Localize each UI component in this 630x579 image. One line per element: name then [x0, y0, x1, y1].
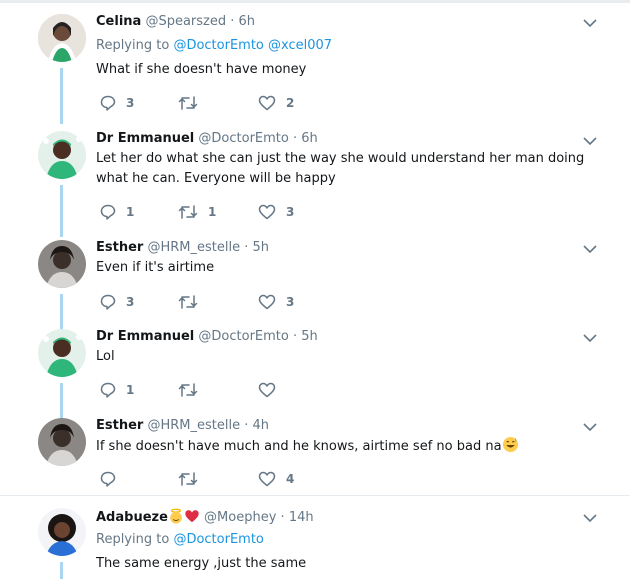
reply-button[interactable]: 1 [100, 380, 134, 400]
avatar[interactable] [38, 418, 86, 466]
separator-dot: · [280, 510, 285, 525]
mention-link[interactable]: @DoctorEmto [173, 532, 263, 547]
chevron-down-icon[interactable] [582, 512, 598, 524]
heart-emoji [185, 510, 199, 523]
like-button[interactable]: 3 [258, 202, 294, 222]
reply-button[interactable]: 1 [100, 202, 134, 222]
thread-line [60, 383, 63, 419]
tweet-text: If she doesn't have much and he knows, a… [96, 436, 596, 457]
reply-count: 1 [126, 205, 135, 219]
angel-emoji [170, 508, 182, 524]
tweet-text: Let her do what she can just the way she… [96, 151, 585, 186]
retweet-icon [178, 96, 198, 110]
author-name[interactable]: Dr Emmanuel [96, 131, 194, 146]
thread-line [60, 294, 63, 332]
avatar[interactable] [38, 329, 86, 377]
like-icon [258, 294, 276, 310]
author-handle[interactable]: @HRM_estelle [147, 418, 240, 433]
tweet-text: Even if it's airtime [96, 260, 215, 275]
timestamp[interactable]: 5h [301, 329, 318, 344]
timestamp[interactable]: 6h [301, 131, 318, 146]
reply-icon [100, 471, 116, 487]
avatar[interactable] [38, 508, 86, 556]
author-handle[interactable]: @Moephey [204, 510, 276, 525]
like-icon [258, 204, 276, 220]
reply-icon [100, 204, 116, 220]
timestamp[interactable]: 5h [253, 240, 270, 255]
grinning-sweat-emoji [502, 436, 518, 453]
separator-dot: · [244, 240, 249, 255]
like-button[interactable]: 2 [258, 93, 294, 113]
retweet-icon [178, 383, 198, 397]
reply-button[interactable]: 3 [100, 292, 134, 312]
retweet-icon [178, 205, 198, 219]
tweet-text: The same energy ,just the same [96, 556, 307, 571]
chevron-down-icon[interactable] [582, 421, 598, 433]
reply-count: 3 [126, 96, 135, 110]
retweet-button[interactable]: 1 [178, 202, 216, 222]
like-button[interactable] [258, 380, 286, 400]
timestamp[interactable]: 4h [253, 418, 270, 433]
author-handle[interactable]: @HRM_estelle [147, 240, 240, 255]
chevron-down-icon[interactable] [582, 243, 598, 255]
reply-count: 3 [126, 295, 135, 309]
avatar[interactable] [38, 131, 86, 179]
like-button[interactable]: 4 [258, 469, 294, 489]
like-count: 3 [286, 295, 295, 309]
chevron-down-icon[interactable] [582, 332, 598, 344]
author-handle[interactable]: @DoctorEmto [198, 329, 288, 344]
reply-icon [100, 95, 116, 111]
thread-line [60, 68, 63, 124]
like-count: 4 [286, 472, 295, 486]
author-name[interactable]: Esther [96, 240, 143, 255]
retweet-button[interactable] [178, 93, 208, 113]
reply-button[interactable]: 3 [100, 93, 134, 113]
retweet-button[interactable] [178, 469, 208, 489]
replying-prefix: Replying to [96, 532, 170, 547]
replying-to: Replying to @DoctorEmto [96, 532, 264, 548]
like-icon [258, 382, 276, 398]
reply-count: 1 [126, 383, 135, 397]
chevron-down-icon[interactable] [582, 135, 598, 147]
reply-button[interactable] [100, 469, 126, 489]
like-icon [258, 471, 276, 487]
replying-prefix: Replying to [96, 38, 170, 53]
mention-link[interactable]: @DoctorEmto [173, 38, 263, 53]
retweet-icon [178, 472, 198, 486]
retweet-icon [178, 295, 198, 309]
like-button[interactable]: 3 [258, 292, 294, 312]
avatar[interactable] [38, 240, 86, 288]
timestamp[interactable]: 6h [239, 14, 256, 29]
author-name[interactable]: Esther [96, 418, 143, 433]
like-count: 3 [286, 205, 295, 219]
author-name[interactable]: Adabueze [96, 510, 168, 525]
like-count: 2 [286, 96, 295, 110]
retweet-button[interactable] [178, 292, 208, 312]
separator-dot: · [292, 131, 298, 146]
thread-line [60, 562, 63, 579]
reply-icon [100, 294, 116, 310]
top-divider [0, 0, 630, 3]
reply-icon [100, 382, 116, 398]
like-icon [258, 95, 276, 111]
author-handle[interactable]: @Spearszed [145, 14, 226, 29]
retweet-button[interactable] [178, 380, 208, 400]
separator-dot: · [244, 418, 249, 433]
thread-line [60, 185, 63, 237]
author-name[interactable]: Celina [96, 14, 141, 29]
separator-dot: · [230, 14, 235, 29]
timestamp[interactable]: 14h [289, 510, 314, 525]
author-name[interactable]: Dr Emmanuel [96, 329, 194, 344]
replying-to: Replying to @DoctorEmto @xcel007 [96, 38, 332, 54]
author-handle[interactable]: @DoctorEmto [198, 131, 288, 146]
tweet-text: Lol [96, 349, 115, 364]
tweet-text: What if she doesn't have money [96, 62, 307, 77]
retweet-count: 1 [208, 205, 217, 219]
chevron-down-icon[interactable] [582, 17, 598, 29]
tweet-text-content: If she doesn't have much and he knows, a… [96, 439, 502, 454]
mention-link[interactable]: @xcel007 [268, 38, 332, 53]
tweet-divider [0, 495, 630, 496]
avatar[interactable] [38, 14, 86, 62]
separator-dot: · [292, 329, 298, 344]
